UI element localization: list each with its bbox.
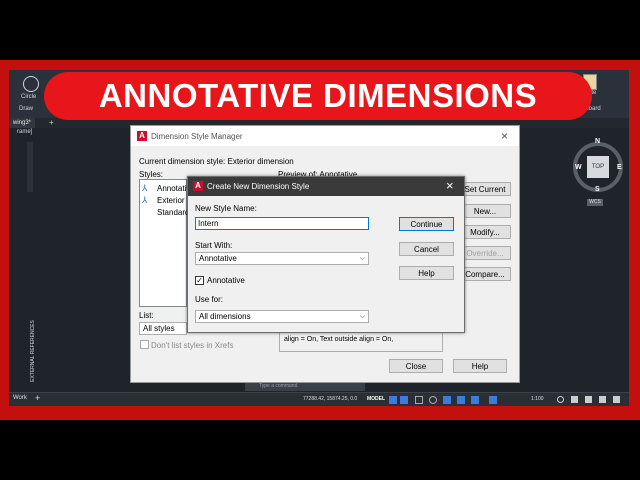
compass-s: S [595, 186, 600, 193]
annotation-scale[interactable]: 1:100 [531, 396, 544, 402]
annotative-style-icon: ⅄ [142, 195, 148, 205]
create-new-dimension-style-dialog: A Create New Dimension Style × New Style… [187, 176, 465, 333]
start-with-value: Annotative [199, 254, 237, 263]
use-for-value: All dimensions [199, 312, 251, 321]
help-button[interactable]: Help [399, 266, 454, 280]
video-title-banner: ANNOTATIVE DIMENSIONS [44, 72, 592, 120]
modify-button[interactable]: Modify... [459, 225, 511, 239]
annotative-label: Annotative [207, 276, 245, 285]
banner-title: ANNOTATIVE DIMENSIONS [98, 77, 538, 114]
use-for-dropdown[interactable]: All dimensions ⌵ [195, 310, 369, 323]
override-button[interactable]: Override... [459, 246, 511, 260]
draw-panel-label[interactable]: Draw [19, 106, 33, 112]
command-placeholder: Type a command [259, 383, 298, 389]
cnd-title: Create New Dimension Style [207, 182, 310, 191]
help-button[interactable]: Help [453, 359, 507, 373]
annotation-scale-icon[interactable] [489, 396, 497, 404]
new-style-name-label: New Style Name: [195, 204, 257, 213]
customize-menu-icon[interactable] [613, 396, 620, 403]
workspace-gear-icon[interactable] [557, 396, 564, 403]
status-bar: Work + 77288.42, 15874.25, 0.0 MODEL 1:1… [9, 392, 629, 406]
start-with-dropdown[interactable]: Annotative ⌵ [195, 252, 369, 265]
new-style-name-input[interactable]: Intern [195, 217, 369, 230]
snap-icon[interactable] [400, 396, 408, 404]
tab-drawing-label: wing3* [13, 120, 32, 126]
otrack-icon[interactable] [457, 396, 465, 404]
cancel-button[interactable]: Cancel [399, 242, 454, 256]
dsm-titlebar[interactable]: A Dimension Style Manager × [131, 126, 519, 146]
command-line[interactable]: Type a command [245, 382, 365, 391]
set-current-button[interactable]: Set Current [459, 182, 511, 196]
close-button[interactable]: Close [389, 359, 443, 373]
model-space-toggle[interactable]: MODEL [367, 396, 385, 402]
palette-strip [27, 142, 33, 192]
layout-tab-model[interactable]: Work [13, 395, 27, 401]
dont-list-xrefs-checkbox[interactable] [140, 340, 149, 349]
compass-e: E [617, 164, 622, 171]
list-label: List: [139, 311, 154, 320]
viewport-label[interactable]: rame] [17, 129, 32, 135]
compare-button[interactable]: Compare... [459, 267, 511, 281]
fullscreen-icon[interactable] [599, 396, 606, 403]
compass-w: W [575, 164, 582, 171]
autocad-logo-icon: A [137, 131, 147, 141]
chevron-down-icon: ⌵ [359, 313, 365, 320]
coordinates-readout: 77288.42, 15874.25, 0.0 [303, 396, 358, 402]
tab-drawing[interactable]: wing3* [9, 118, 36, 128]
list-filter-value: All styles [143, 324, 175, 333]
viewcube-top[interactable]: TOP [587, 156, 609, 178]
styles-list[interactable]: ⅄ Annotative ⅄ Exterior d Standard [139, 179, 195, 307]
use-for-label: Use for: [195, 295, 224, 304]
dsm-title: Dimension Style Manager [151, 132, 243, 141]
close-icon[interactable]: × [446, 178, 454, 193]
compass-n: N [595, 138, 601, 145]
ortho-icon[interactable] [415, 396, 423, 404]
grid-icon[interactable] [389, 396, 397, 404]
close-icon[interactable]: × [501, 129, 508, 143]
new-button[interactable]: New... [459, 204, 511, 218]
polar-icon[interactable] [429, 396, 437, 404]
annotation-visibility-icon[interactable] [471, 396, 479, 404]
status-toggle-icons[interactable] [389, 396, 519, 404]
circle-label: Circle [21, 94, 37, 100]
isolate-icon[interactable] [585, 396, 592, 403]
osnap-icon[interactable] [443, 396, 451, 404]
styles-label: Styles: [139, 170, 164, 179]
current-dimension-style: Current dimension style: Exterior dimens… [139, 157, 294, 166]
status-right-icons[interactable] [557, 396, 623, 404]
new-tab-plus[interactable]: + [49, 118, 54, 128]
external-references-label: EXTERNAL REFERENCES [30, 320, 36, 382]
start-with-label: Start With: [195, 241, 233, 250]
annotative-style-icon: ⅄ [142, 183, 148, 193]
dont-list-xrefs-label: Don't list styles in Xrefs [151, 341, 234, 350]
autocad-logo-icon: A [193, 181, 203, 191]
list-filter-dropdown[interactable]: All styles [139, 322, 187, 335]
circle-tool-icon[interactable] [23, 76, 39, 92]
wcs-menu[interactable]: WCS [587, 199, 603, 206]
annotative-checkbox[interactable]: ✓ [195, 276, 204, 285]
style-item-standard[interactable]: Standard [157, 208, 189, 217]
add-layout-button[interactable]: + [35, 393, 40, 403]
plus-icon[interactable] [571, 396, 578, 403]
cnd-titlebar[interactable]: A Create New Dimension Style × [188, 177, 464, 196]
continue-button[interactable]: Continue [399, 217, 454, 231]
chevron-down-icon: ⌵ [359, 255, 365, 262]
new-style-name-value: Intern [198, 219, 219, 228]
